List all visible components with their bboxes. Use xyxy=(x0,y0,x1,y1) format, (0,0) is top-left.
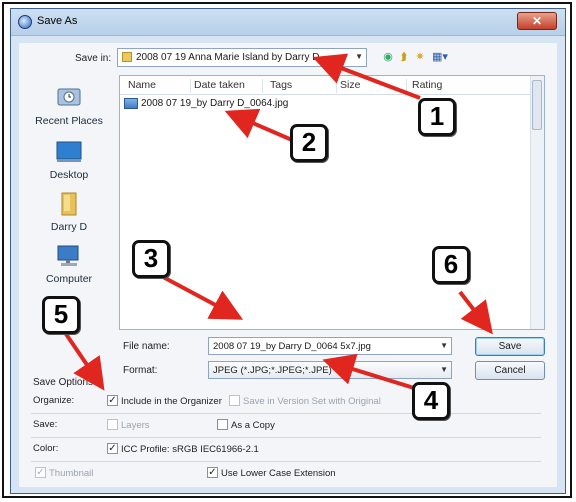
callout-4: 4 xyxy=(412,382,450,420)
arrow-2 xyxy=(224,108,293,142)
callout-1: 1 xyxy=(418,98,456,136)
arrow-6 xyxy=(458,290,493,335)
callout-3: 3 xyxy=(132,240,170,278)
callout-2: 2 xyxy=(290,124,328,162)
callout-6: 6 xyxy=(432,246,470,284)
arrow-5 xyxy=(64,332,105,391)
arrow-4 xyxy=(322,353,415,390)
callout-5: 5 xyxy=(42,296,80,334)
arrow-1 xyxy=(312,53,421,100)
annotation-arrows xyxy=(64,53,493,391)
